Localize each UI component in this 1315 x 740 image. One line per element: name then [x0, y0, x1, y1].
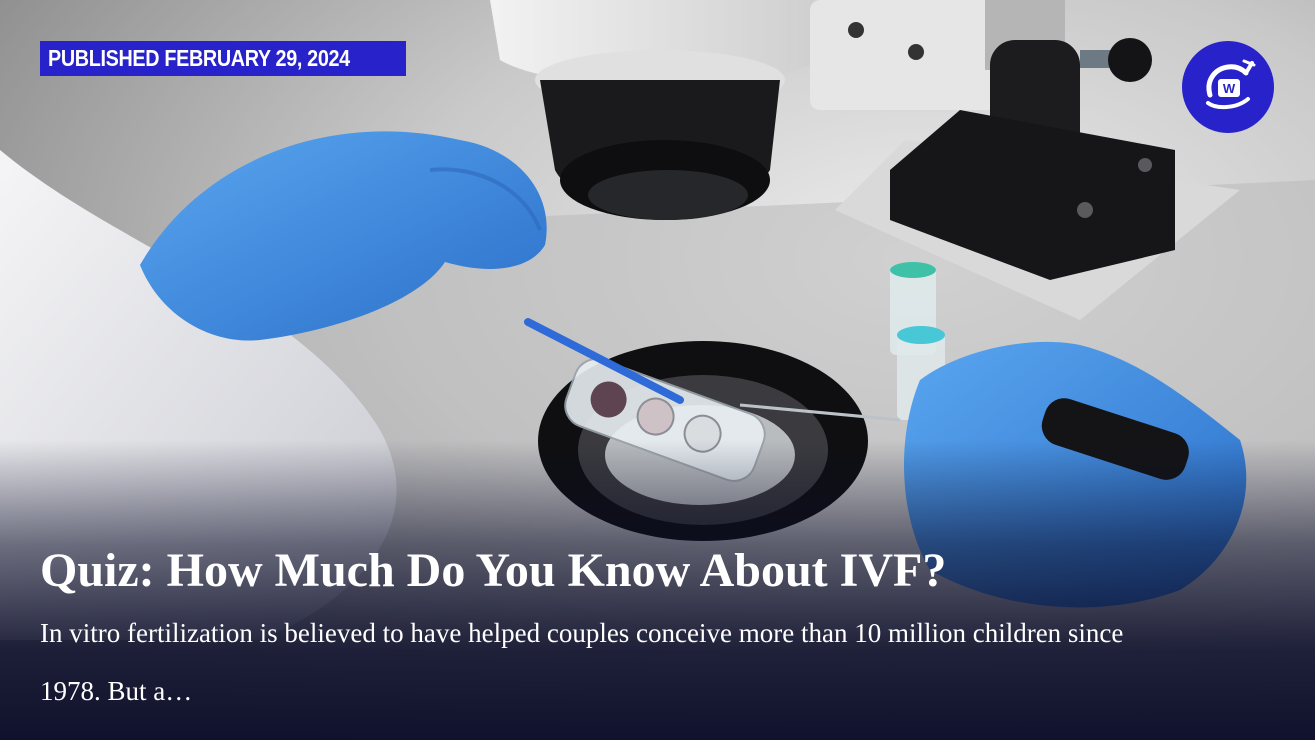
published-date-label: PUBLISHED FEBRUARY 29, 2024 [48, 45, 350, 71]
article-card[interactable]: PUBLISHED FEBRUARY 29, 2024 W Quiz: How … [0, 0, 1315, 740]
published-date-badge: PUBLISHED FEBRUARY 29, 2024 [40, 41, 406, 76]
site-logo-icon: W [1206, 59, 1256, 110]
svg-text:W: W [1223, 81, 1236, 96]
article-title[interactable]: Quiz: How Much Do You Know About IVF? [40, 540, 1240, 602]
article-description: In vitro fertilization is believed to ha… [40, 618, 1124, 706]
site-logo-button[interactable]: W [1182, 41, 1274, 133]
